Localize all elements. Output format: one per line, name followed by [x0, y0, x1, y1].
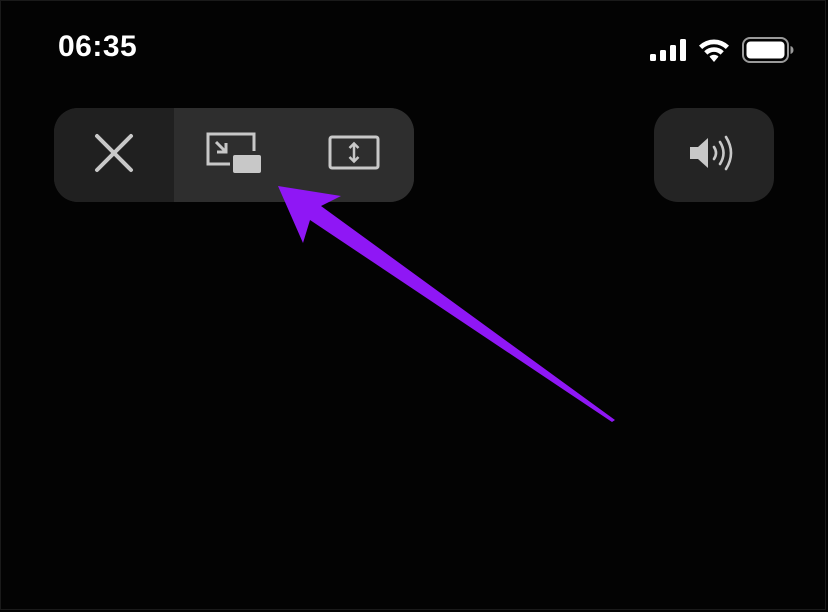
screen-frame: [0, 0, 826, 610]
pip-button[interactable]: [174, 108, 294, 202]
aspect-fill-icon: [328, 135, 380, 176]
status-icons: [650, 36, 794, 64]
volume-button[interactable]: [654, 108, 774, 202]
video-controls-pill: [54, 108, 414, 202]
picture-in-picture-icon: [205, 131, 263, 180]
aspect-fill-button[interactable]: [294, 108, 414, 202]
close-icon: [94, 133, 134, 178]
wifi-icon: [698, 38, 730, 62]
battery-icon: [742, 37, 794, 63]
speaker-volume-icon: [688, 135, 740, 176]
cellular-signal-icon: [650, 39, 686, 61]
close-button[interactable]: [54, 108, 174, 202]
status-time: 06:35: [58, 30, 138, 63]
